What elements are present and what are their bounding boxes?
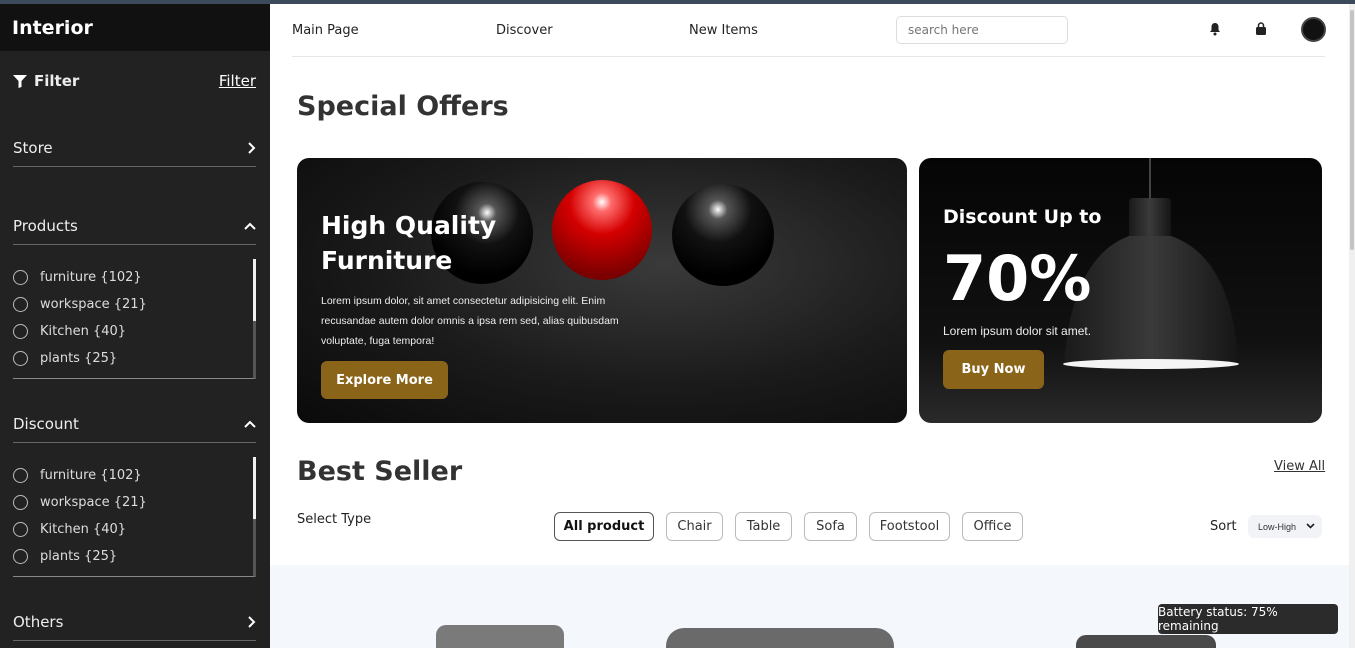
card-title: Discount Up to [943, 206, 1102, 228]
section-label: Store [13, 138, 53, 157]
offer-card-discount: Discount Up to 70% Lorem ipsum dolor sit… [919, 158, 1322, 423]
shopping-bag-icon[interactable] [1254, 22, 1268, 36]
view-all-link[interactable]: View All [1274, 459, 1325, 474]
products-options: furniture {102} workspace {21} Kitchen {… [13, 259, 256, 379]
section-label: Products [13, 216, 78, 235]
product-image[interactable] [1076, 635, 1216, 648]
chevron-up-icon [244, 222, 256, 230]
bell-icon[interactable] [1208, 22, 1222, 36]
section-label: Discount [13, 414, 79, 433]
pill-sofa[interactable]: Sofa [804, 512, 857, 541]
card-title-line: Furniture [321, 246, 453, 275]
pill-chair[interactable]: Chair [666, 512, 723, 541]
card-description: Lorem ipsum dolor sit amet. [943, 324, 1092, 338]
filter-link[interactable]: Filter [219, 72, 256, 90]
search-input[interactable] [896, 16, 1068, 44]
best-seller-heading: Best Seller [297, 456, 463, 487]
chevron-right-icon [248, 141, 256, 154]
option-label: plants {25} [40, 549, 118, 564]
radio-box[interactable] [13, 468, 28, 483]
option-item[interactable]: plants {25} [13, 351, 117, 366]
option-label: plants {25} [40, 351, 118, 366]
sidebar: Interior Filter Filter Store Products fu… [0, 4, 270, 648]
option-item[interactable]: furniture {102} [13, 270, 142, 285]
lamp-cord [1149, 158, 1151, 198]
select-type-label: Select Type [297, 512, 372, 527]
section-store[interactable]: Store [13, 129, 256, 167]
option-item[interactable]: furniture {102} [13, 468, 142, 483]
pill-footstool[interactable]: Footstool [869, 512, 950, 541]
radio-box[interactable] [13, 351, 28, 366]
filter-title-label: Filter [34, 72, 80, 90]
pill-table[interactable]: Table [735, 512, 792, 541]
offer-card-furniture: High Quality Furniture Lorem ipsum dolor… [297, 158, 907, 423]
battery-status-toast: Battery status: 75% remaining [1158, 604, 1338, 634]
radio-box[interactable] [13, 324, 28, 339]
option-label: Kitchen {40} [40, 522, 127, 537]
sort-label: Sort [1210, 519, 1237, 534]
buy-now-button[interactable]: Buy Now [943, 350, 1044, 389]
scrollbar-thumb[interactable] [1350, 10, 1354, 250]
explore-more-button[interactable]: Explore More [321, 361, 448, 399]
pill-all-product[interactable]: All product [554, 512, 654, 541]
option-item[interactable]: Kitchen {40} [13, 522, 126, 537]
nav-main-page[interactable]: Main Page [292, 23, 359, 38]
pill-office[interactable]: Office [962, 512, 1023, 541]
radio-box[interactable] [13, 270, 28, 285]
section-discount[interactable]: Discount [13, 405, 256, 443]
sort-select[interactable]: Low-High [1248, 515, 1322, 538]
special-offers-heading: Special Offers [297, 91, 509, 122]
black-ball-image [672, 184, 774, 286]
avatar[interactable] [1301, 17, 1326, 42]
nav-new-items[interactable]: New Items [689, 23, 758, 38]
scrollbar-thumb[interactable] [253, 457, 256, 519]
brand-logo[interactable]: Interior [0, 4, 270, 51]
section-label: Others [13, 612, 64, 631]
option-label: workspace {21} [40, 495, 147, 510]
discount-options: furniture {102} workspace {21} Kitchen {… [13, 457, 256, 577]
option-item[interactable]: Kitchen {40} [13, 324, 126, 339]
page-scrollbar[interactable] [1349, 4, 1355, 648]
chevron-right-icon [248, 615, 256, 628]
option-label: workspace {21} [40, 297, 147, 312]
option-label: furniture {102} [40, 468, 142, 483]
card-description: Lorem ipsum dolor, sit amet consectetur … [321, 295, 619, 347]
sort-value: Low-High [1258, 521, 1297, 532]
option-item[interactable]: plants {25} [13, 549, 117, 564]
radio-box[interactable] [13, 522, 28, 537]
filter-header: Filter Filter [13, 72, 256, 90]
discount-percentage: 70% [943, 242, 1092, 315]
scrollbar-thumb[interactable] [253, 259, 256, 321]
funnel-icon [13, 74, 27, 88]
top-nav: Main Page Discover New Items [292, 4, 1326, 57]
filter-title: Filter [13, 72, 79, 90]
option-label: Kitchen {40} [40, 324, 127, 339]
card-title: High Quality Furniture [321, 208, 621, 278]
product-image[interactable] [666, 628, 894, 648]
option-label: furniture {102} [40, 270, 142, 285]
chevron-down-icon [1306, 523, 1315, 529]
option-item[interactable]: workspace {21} [13, 297, 147, 312]
chevron-up-icon [244, 420, 256, 428]
option-item[interactable]: workspace {21} [13, 495, 147, 510]
nav-discover[interactable]: Discover [496, 23, 553, 38]
radio-box[interactable] [13, 297, 28, 312]
radio-box[interactable] [13, 495, 28, 510]
section-others[interactable]: Others [13, 603, 256, 641]
radio-box[interactable] [13, 549, 28, 564]
product-image[interactable] [436, 625, 564, 648]
section-products[interactable]: Products [13, 207, 256, 245]
card-title-line: High Quality [321, 211, 497, 240]
